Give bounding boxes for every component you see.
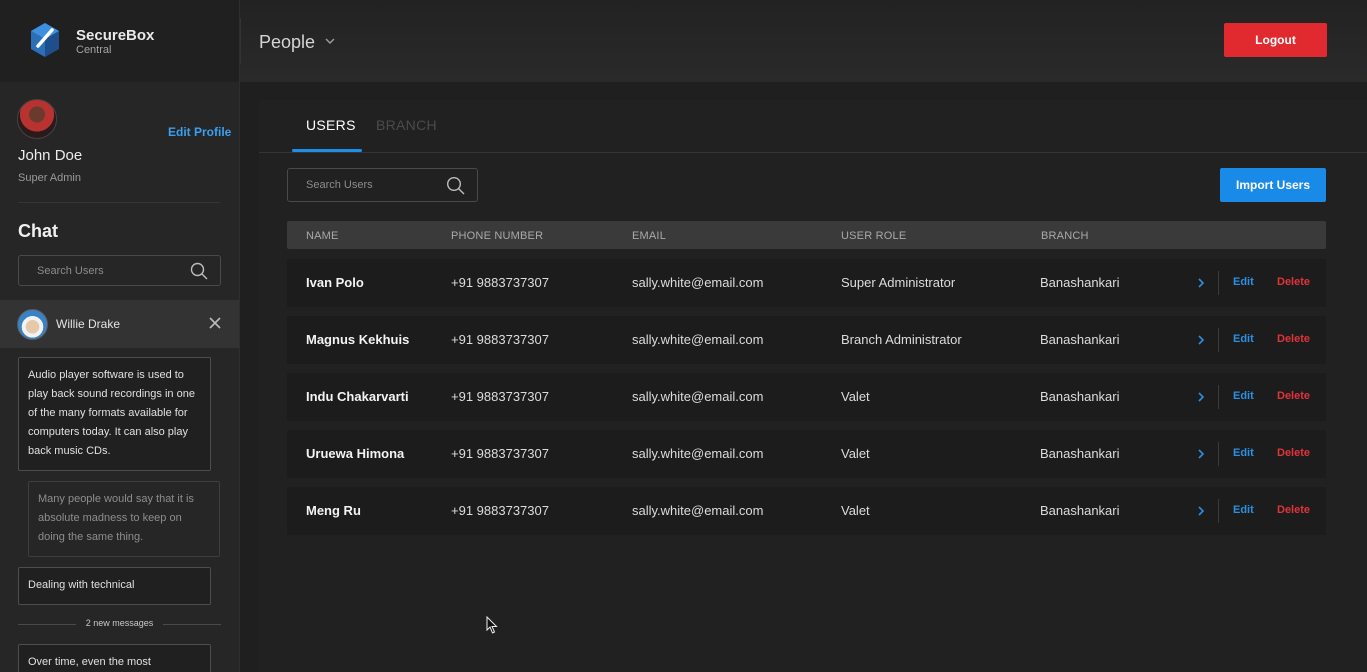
page-title[interactable]: People [259,32,315,53]
user-name-cell: Ivan Polo [306,275,364,290]
delete-button[interactable]: Delete [1277,390,1310,402]
email-cell: sally.white@email.com [632,389,764,404]
profile-role: Super Admin [18,172,81,184]
brand-header: SecureBox Central [0,0,239,82]
import-users-button[interactable]: Import Users [1220,168,1326,202]
email-cell: sally.white@email.com [632,275,764,290]
profile-name: John Doe [18,147,83,164]
chat-user-name: Willie Drake [56,317,121,331]
edit-button[interactable]: Edit [1233,447,1254,459]
edit-button[interactable]: Edit [1233,276,1254,288]
phone-cell: +91 9883737307 [451,446,549,461]
user-name-cell: Meng Ru [306,503,361,518]
sidebar: SecureBox Central Edit Profile John Doe … [0,0,240,672]
divider-line [163,624,221,625]
delete-button[interactable]: Delete [1277,276,1310,288]
close-icon[interactable] [208,316,222,330]
top-bar: People Logout [240,0,1367,82]
chat-user-avatar [17,309,48,340]
user-name-cell: Magnus Kekhuis [306,332,410,347]
user-role-cell: Branch Administrator [841,332,962,347]
table-row[interactable]: Indu Chakarvarti +91 9883737307 sally.whit… [287,373,1326,421]
tab-bar: USERS BRANCH [259,100,1367,153]
divider [1218,385,1219,409]
avatar[interactable] [17,99,57,139]
email-cell: sally.white@email.com [632,446,764,461]
user-role-cell: Valet [841,389,870,404]
phone-cell: +91 9883737307 [451,503,549,518]
phone-cell: +91 9883737307 [451,332,549,347]
active-tab-indicator [292,149,362,152]
brand-name: SecureBox [76,27,155,44]
table-row[interactable]: Magnus Kekhuis +91 9883737307 sally.white@… [287,316,1326,364]
email-cell: sally.white@email.com [632,332,764,347]
column-header-email[interactable]: EMAIL [632,230,666,242]
new-messages-divider: 2 new messages [18,617,221,631]
chat-message: Over time, even the most [18,644,211,672]
table-row[interactable]: Meng Ru +91 9883737307 sally.white@email.c… [287,487,1326,535]
chat-message: Many people would say that it is absolut… [28,481,220,557]
users-panel: USERS BRANCH Import Users NAME PHONE NUM… [259,100,1367,672]
chat-title: Chat [18,221,58,241]
table-row[interactable]: Uruewa Himona +91 9883737307 sally.white@e… [287,430,1326,478]
table-row[interactable]: Ivan Polo +91 9883737307 sally.white@email… [287,259,1326,307]
search-icon[interactable] [446,176,465,195]
phone-cell: +91 9883737307 [451,275,549,290]
user-role-cell: Valet [841,446,870,461]
users-search [287,168,478,202]
branch-cell: Banashankari [1040,503,1120,518]
edit-button[interactable]: Edit [1233,504,1254,516]
edit-button[interactable]: Edit [1233,390,1254,402]
tab-users[interactable]: USERS [306,117,356,133]
divider [18,202,220,203]
delete-button[interactable]: Delete [1277,447,1310,459]
logout-button[interactable]: Logout [1224,23,1327,57]
divider [1218,271,1219,295]
chevron-right-icon[interactable] [1197,334,1205,346]
edit-profile-link[interactable]: Edit Profile [168,125,231,139]
user-name-cell: Uruewa Himona [306,446,405,461]
divider [240,18,241,64]
chevron-down-icon[interactable] [324,36,336,46]
user-role-cell: Super Administrator [841,275,956,290]
brand-subtitle: Central [76,44,112,56]
branch-cell: Banashankari [1040,389,1120,404]
chat-search-input[interactable] [19,256,189,285]
column-header-phone[interactable]: PHONE NUMBER [451,230,543,242]
branch-cell: Banashankari [1040,275,1120,290]
phone-cell: +91 9883737307 [451,389,549,404]
delete-button[interactable]: Delete [1277,333,1310,345]
chat-search [18,255,221,286]
new-messages-label: 2 new messages [85,618,154,628]
delete-button[interactable]: Delete [1277,504,1310,516]
users-search-input[interactable] [288,169,443,201]
chevron-right-icon[interactable] [1197,448,1205,460]
edit-button[interactable]: Edit [1233,333,1254,345]
email-cell: sally.white@email.com [632,503,764,518]
column-header-name[interactable]: NAME [306,230,339,242]
chat-message: Audio player software is used to play ba… [18,357,211,471]
chevron-right-icon[interactable] [1197,505,1205,517]
user-role-cell: Valet [841,503,870,518]
chevron-right-icon[interactable] [1197,391,1205,403]
column-header-role[interactable]: USER ROLE [841,230,906,242]
branch-cell: Banashankari [1040,446,1120,461]
column-header-branch[interactable]: BRANCH [1041,230,1089,242]
search-icon[interactable] [190,262,208,280]
divider [1218,328,1219,352]
table-header: NAME PHONE NUMBER EMAIL USER ROLE BRANCH [287,221,1326,249]
user-name-cell: Indu Chakarvarti [306,389,409,404]
divider [1218,499,1219,523]
chevron-right-icon[interactable] [1197,277,1205,289]
branch-cell: Banashankari [1040,332,1120,347]
cursor-icon [486,616,498,634]
divider [1218,442,1219,466]
chat-active-user[interactable]: Willie Drake [0,300,239,348]
tab-branch[interactable]: BRANCH [376,117,437,133]
logo-icon [31,23,59,57]
chat-message: Dealing with technical [18,567,211,605]
